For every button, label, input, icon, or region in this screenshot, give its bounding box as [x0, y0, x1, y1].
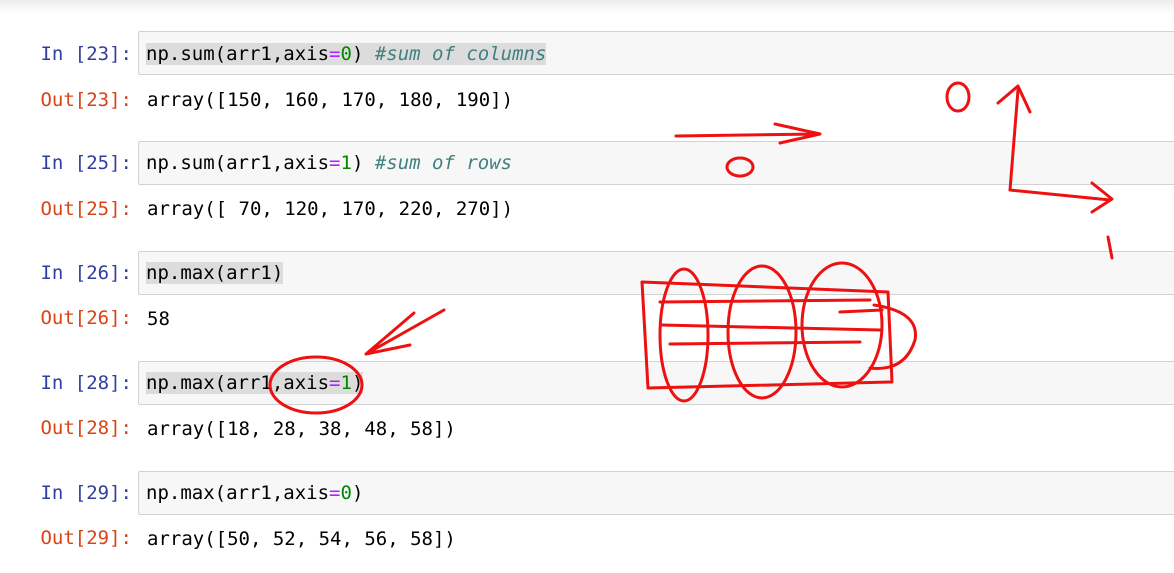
- out-prompt: Out[28]:: [40, 417, 132, 439]
- code-text[interactable]: np.sum(arr1,axis=0) #sum of columns: [146, 42, 547, 66]
- in-prompt: In [25]:: [40, 152, 132, 174]
- code-text[interactable]: np.max(arr1,axis=0): [146, 481, 363, 505]
- in-prompt: In [23]:: [40, 43, 132, 65]
- out-prompt: Out[23]:: [40, 89, 132, 111]
- zero-annotation-top: [945, 81, 971, 113]
- cell-output: array([50, 52, 54, 56, 58]): [147, 528, 456, 550]
- top-toolbar-edge: [0, 0, 1174, 14]
- code-text[interactable]: np.max(arr1,axis=1): [146, 371, 364, 395]
- out-prompt: Out[29]:: [40, 527, 132, 549]
- axis-right-arrow-annotation: [1008, 181, 1114, 214]
- in-prompt: In [26]:: [40, 262, 132, 284]
- in-prompt: In [29]:: [40, 482, 132, 504]
- out-prompt: Out[25]:: [40, 198, 132, 220]
- code-text[interactable]: np.sum(arr1,axis=1) #sum of rows: [146, 151, 512, 175]
- cell-output: array([ 70, 120, 170, 220, 270]): [147, 198, 514, 220]
- cell-output: array([150, 160, 170, 180, 190]): [147, 89, 514, 111]
- in-prompt: In [28]:: [40, 372, 132, 394]
- code-input[interactable]: [138, 251, 1174, 295]
- out-prompt: Out[26]:: [40, 307, 132, 329]
- cell-output: 58: [147, 308, 170, 330]
- diagonal-arrow-annotation: [364, 308, 446, 356]
- code-text[interactable]: np.max(arr1): [146, 261, 284, 285]
- cell-output: array([18, 28, 38, 48, 58]): [147, 418, 456, 440]
